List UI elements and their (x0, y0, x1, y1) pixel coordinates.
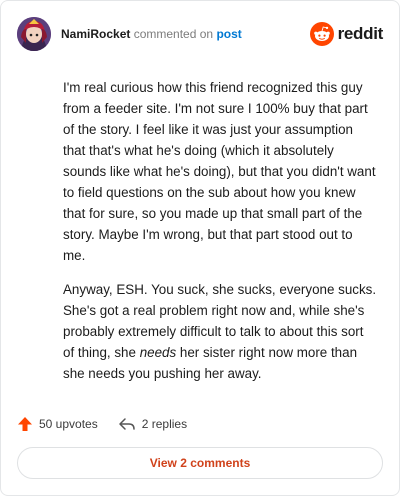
upvote-button[interactable]: 50 upvotes (17, 416, 98, 432)
comment-actions: 50 upvotes 2 replies (17, 413, 207, 435)
comment-paragraph-2: Anyway, ESH. You suck, she sucks, everyo… (63, 279, 377, 384)
reply-count: 2 replies (141, 417, 188, 431)
replies-button[interactable]: 2 replies (118, 416, 187, 432)
view-comments-button[interactable]: View 2 comments (17, 447, 383, 479)
post-link[interactable]: post (216, 27, 241, 41)
comment-paragraph-1: I'm real curious how this friend recogni… (63, 80, 376, 263)
reddit-snoo-icon (309, 22, 334, 46)
comment-body: I'm real curious how this friend recogni… (63, 77, 377, 397)
comment-header: NamiRocket commented on post reddit (17, 17, 383, 51)
comment-emphasis: needs (139, 345, 177, 360)
reply-icon (118, 418, 135, 430)
comment-card: NamiRocket commented on post reddit I'm … (0, 0, 400, 496)
username-link[interactable]: NamiRocket (61, 27, 130, 41)
upvote-arrow-icon (18, 417, 32, 431)
reddit-logo[interactable]: reddit (309, 21, 384, 47)
upvote-count: 50 upvotes (39, 417, 98, 431)
comment-meta: NamiRocket commented on post (61, 27, 242, 41)
action-text: commented on (133, 27, 214, 41)
avatar[interactable] (17, 17, 51, 51)
reddit-wordmark: reddit (337, 24, 384, 43)
